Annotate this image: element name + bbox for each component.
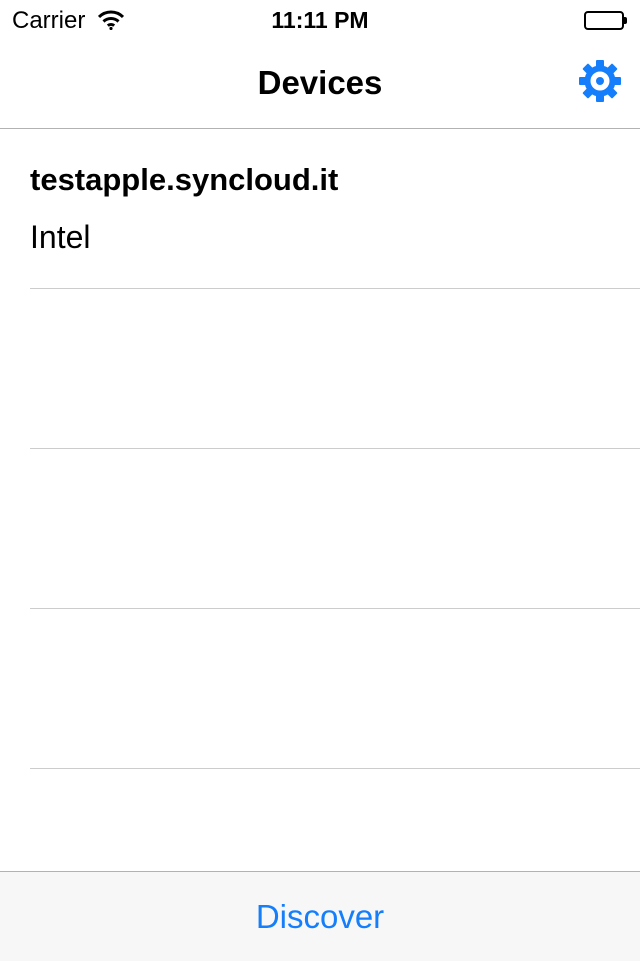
discover-button[interactable]: Discover <box>0 898 640 936</box>
device-name: testapple.syncloud.it <box>30 162 339 197</box>
list-item[interactable]: testapple.syncloud.it Intel <box>30 129 640 289</box>
bottom-toolbar: Discover <box>0 871 640 961</box>
list-item <box>30 609 640 769</box>
page-title: Devices <box>257 64 383 101</box>
settings-button[interactable] <box>576 57 624 105</box>
list-item <box>30 449 640 609</box>
status-bar: Carrier 11:11 PM <box>0 0 640 40</box>
list-item <box>30 289 640 449</box>
battery-icon <box>584 11 628 30</box>
gear-icon <box>579 60 621 102</box>
device-detail: Intel <box>30 219 91 255</box>
clock: 11:11 PM <box>271 7 369 33</box>
device-list: testapple.syncloud.it Intel <box>0 129 640 769</box>
navigation-bar: Devices <box>0 40 640 129</box>
